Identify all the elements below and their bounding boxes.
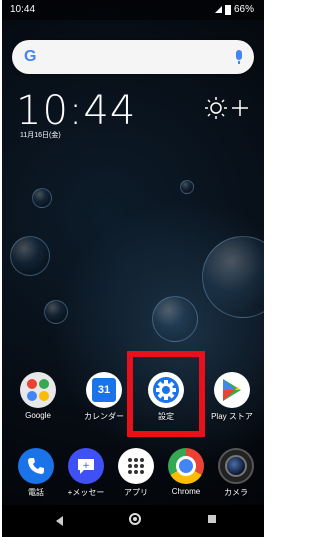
signal-icon <box>214 6 222 13</box>
chrome-icon <box>168 448 204 484</box>
app-label: Play ストア <box>211 412 253 421</box>
wallpaper-bubble <box>10 236 50 276</box>
app-label: +メッセー <box>67 488 105 497</box>
app-calendar[interactable]: 31 カレンダー <box>78 372 130 422</box>
clock-date: 11月16日(金) <box>20 132 61 139</box>
wallpaper-bubble <box>152 296 198 342</box>
wallpaper-bubble <box>180 180 194 194</box>
app-google-folder[interactable]: Google <box>12 372 64 420</box>
svg-text:+: + <box>82 461 90 471</box>
app-label: アプリ <box>124 488 148 497</box>
dock-phone[interactable]: 電話 <box>10 448 62 498</box>
app-label: カレンダー <box>84 412 124 421</box>
status-icons: 66% <box>214 4 254 15</box>
sun-plus-icon[interactable] <box>204 96 250 120</box>
app-label: Google <box>25 411 51 420</box>
wallpaper-bubble <box>202 236 264 318</box>
mic-icon[interactable] <box>236 50 242 64</box>
google-logo-icon: G <box>24 48 37 65</box>
dock-app-drawer[interactable]: アプリ <box>110 448 162 498</box>
play-store-icon <box>214 372 250 408</box>
calendar-badge: 31 <box>92 378 116 402</box>
home-screen: 10:44 66% G 10:44 11月16日(金) Google 31 カレ… <box>2 0 264 537</box>
phone-icon <box>18 448 54 484</box>
recent-apps-icon[interactable] <box>208 515 216 523</box>
home-icon[interactable] <box>129 513 141 525</box>
battery-icon <box>224 4 231 15</box>
google-folder-icon <box>20 372 56 408</box>
dock-camera[interactable]: カメラ <box>210 448 262 498</box>
chrome-center <box>176 456 196 476</box>
app-label: Chrome <box>171 487 201 496</box>
dock-chrome[interactable]: Chrome <box>160 448 212 496</box>
back-icon[interactable] <box>56 516 63 526</box>
dock-messages[interactable]: + +メッセー <box>60 448 112 498</box>
status-time: 10:44 <box>10 4 36 15</box>
app-label: カメラ <box>224 488 248 497</box>
status-bar: 10:44 66% <box>2 0 264 20</box>
clock-time[interactable]: 10:44 <box>16 88 136 134</box>
app-label: 電話 <box>28 488 44 497</box>
app-play-store[interactable]: Play ストア <box>206 372 258 422</box>
camera-icon <box>218 448 254 484</box>
messages-icon: + <box>68 448 104 484</box>
highlight-box <box>127 351 205 437</box>
wallpaper-bubble <box>32 188 52 208</box>
camera-lens <box>225 455 247 477</box>
wallpaper-bubble <box>44 300 68 324</box>
battery-percent: 66% <box>233 4 254 15</box>
app-drawer-icon <box>118 448 154 484</box>
calendar-icon: 31 <box>86 372 122 408</box>
navigation-bar <box>2 505 264 537</box>
google-search-bar[interactable]: G <box>12 40 254 74</box>
